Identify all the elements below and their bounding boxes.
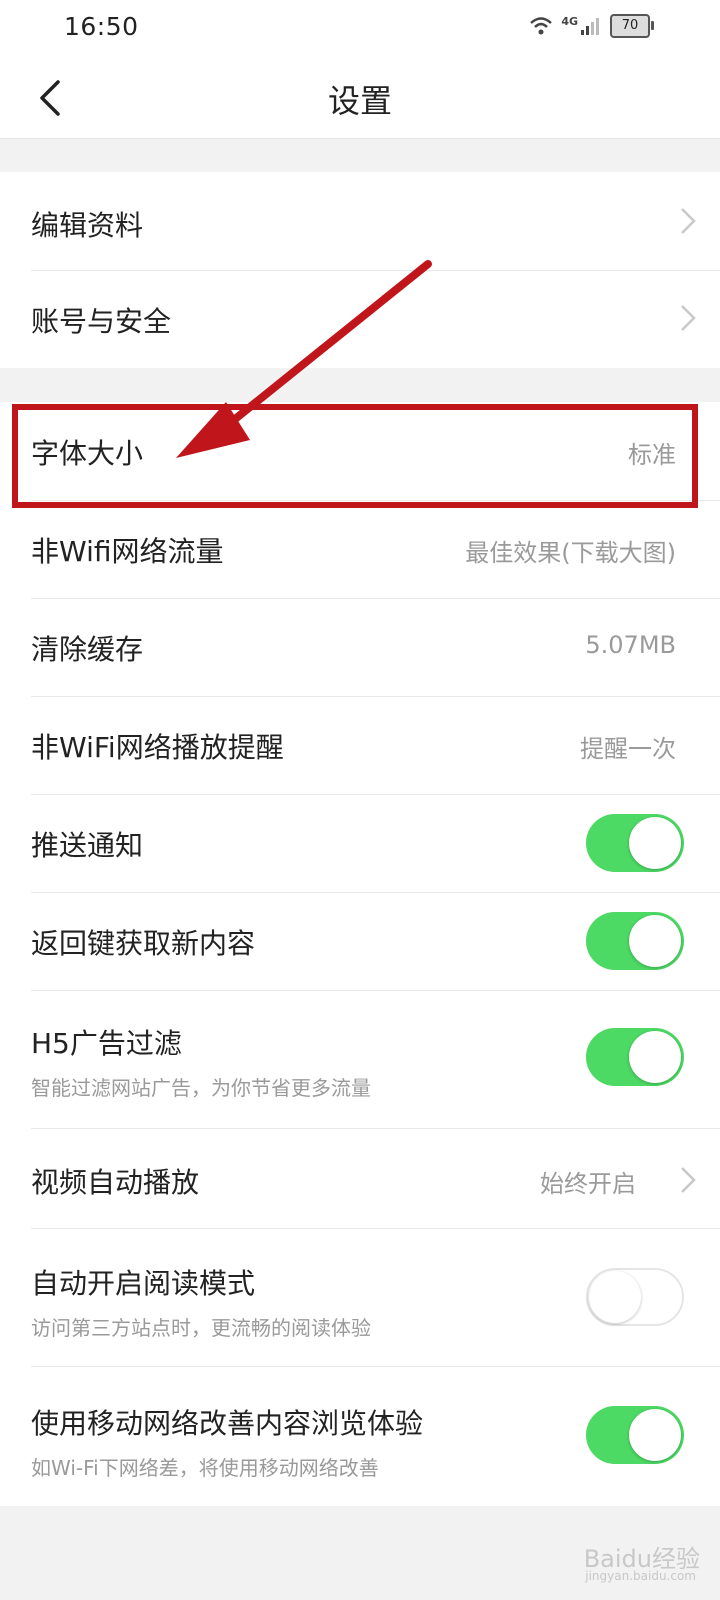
row-h5-ad-filter: H5广告过滤 智能过滤网站广告，为你节省更多流量 bbox=[0, 990, 720, 1128]
row-value: 标准 bbox=[628, 441, 676, 469]
row-label: 非Wifi网络流量 bbox=[31, 535, 224, 568]
toggle-knob bbox=[629, 915, 681, 967]
status-time: 16:50 bbox=[64, 12, 139, 41]
row-account-security[interactable]: 账号与安全 bbox=[0, 270, 720, 368]
row-label: 清除缓存 bbox=[31, 633, 144, 666]
chevron-right-icon bbox=[681, 305, 696, 331]
row-reading-mode: 自动开启阅读模式 访问第三方站点时，更流畅的阅读体验 bbox=[0, 1228, 720, 1366]
row-mobile-network-improve: 使用移动网络改善内容浏览体验 如Wi-Fi下网络差，将使用移动网络改善 bbox=[0, 1366, 720, 1506]
row-subtitle: 访问第三方站点时，更流畅的阅读体验 bbox=[31, 1316, 371, 1340]
settings-group-general: 字体大小 标准 非Wifi网络流量 最佳效果(下载大图) 清除缓存 5.07MB… bbox=[0, 402, 720, 1506]
row-subtitle: 如Wi-Fi下网络差，将使用移动网络改善 bbox=[31, 1456, 379, 1480]
row-back-refresh: 返回键获取新内容 bbox=[0, 892, 720, 990]
h5-filter-toggle[interactable] bbox=[586, 1028, 684, 1086]
mobile-improve-toggle[interactable] bbox=[586, 1406, 684, 1464]
reading-mode-toggle[interactable] bbox=[586, 1268, 684, 1326]
toggle-knob bbox=[629, 1409, 681, 1461]
settings-group-account: 编辑资料 账号与安全 bbox=[0, 172, 720, 368]
row-video-autoplay[interactable]: 视频自动播放 始终开启 bbox=[0, 1128, 720, 1228]
row-subtitle: 智能过滤网站广告，为你节省更多流量 bbox=[31, 1076, 371, 1100]
row-label: H5广告过滤 bbox=[31, 1027, 182, 1060]
push-toggle[interactable] bbox=[586, 814, 684, 872]
row-label: 编辑资料 bbox=[31, 209, 144, 242]
row-label: 自动开启阅读模式 bbox=[31, 1267, 256, 1300]
row-label: 使用移动网络改善内容浏览体验 bbox=[31, 1407, 424, 1440]
row-non-wifi-play-reminder[interactable]: 非WiFi网络播放提醒 提醒一次 bbox=[0, 696, 720, 794]
battery-level: 70 bbox=[621, 18, 639, 33]
row-label: 推送通知 bbox=[31, 829, 144, 862]
row-clear-cache[interactable]: 清除缓存 5.07MB bbox=[0, 598, 720, 696]
toggle-knob bbox=[589, 1271, 641, 1323]
battery-icon: 70 bbox=[610, 14, 654, 38]
wifi-icon bbox=[530, 17, 553, 35]
watermark-subtext: jingyan.baidu.com bbox=[585, 1569, 696, 1583]
watermark: Baidu经验 jingyan.baidu.com bbox=[584, 1539, 700, 1583]
signal-icon bbox=[581, 18, 599, 35]
nav-bar: 设置 bbox=[0, 56, 720, 139]
row-label: 非WiFi网络播放提醒 bbox=[31, 731, 284, 764]
row-label: 返回键获取新内容 bbox=[31, 927, 256, 960]
back-refresh-toggle[interactable] bbox=[586, 912, 684, 970]
status-bar: 16:50 4G 70 bbox=[0, 0, 720, 56]
row-label: 视频自动播放 bbox=[31, 1166, 200, 1199]
chevron-right-icon bbox=[681, 1167, 696, 1193]
row-value: 提醒一次 bbox=[580, 735, 676, 763]
toggle-knob bbox=[629, 1031, 681, 1083]
page-title: 设置 bbox=[327, 82, 392, 120]
row-value: 5.07MB bbox=[585, 631, 676, 659]
row-push-notification: 推送通知 bbox=[0, 794, 720, 892]
toggle-knob bbox=[629, 817, 681, 869]
row-non-wifi-traffic[interactable]: 非Wifi网络流量 最佳效果(下载大图) bbox=[0, 500, 720, 598]
row-value: 最佳效果(下载大图) bbox=[465, 539, 676, 567]
row-value: 始终开启 bbox=[540, 1170, 636, 1198]
row-font-size[interactable]: 字体大小 标准 bbox=[0, 402, 720, 500]
row-label: 字体大小 bbox=[31, 437, 144, 470]
row-edit-profile[interactable]: 编辑资料 bbox=[0, 172, 720, 270]
network-type: 4G bbox=[561, 14, 578, 28]
row-label: 账号与安全 bbox=[31, 305, 172, 338]
status-icons: 4G 70 bbox=[529, 14, 654, 38]
chevron-right-icon bbox=[681, 208, 696, 234]
